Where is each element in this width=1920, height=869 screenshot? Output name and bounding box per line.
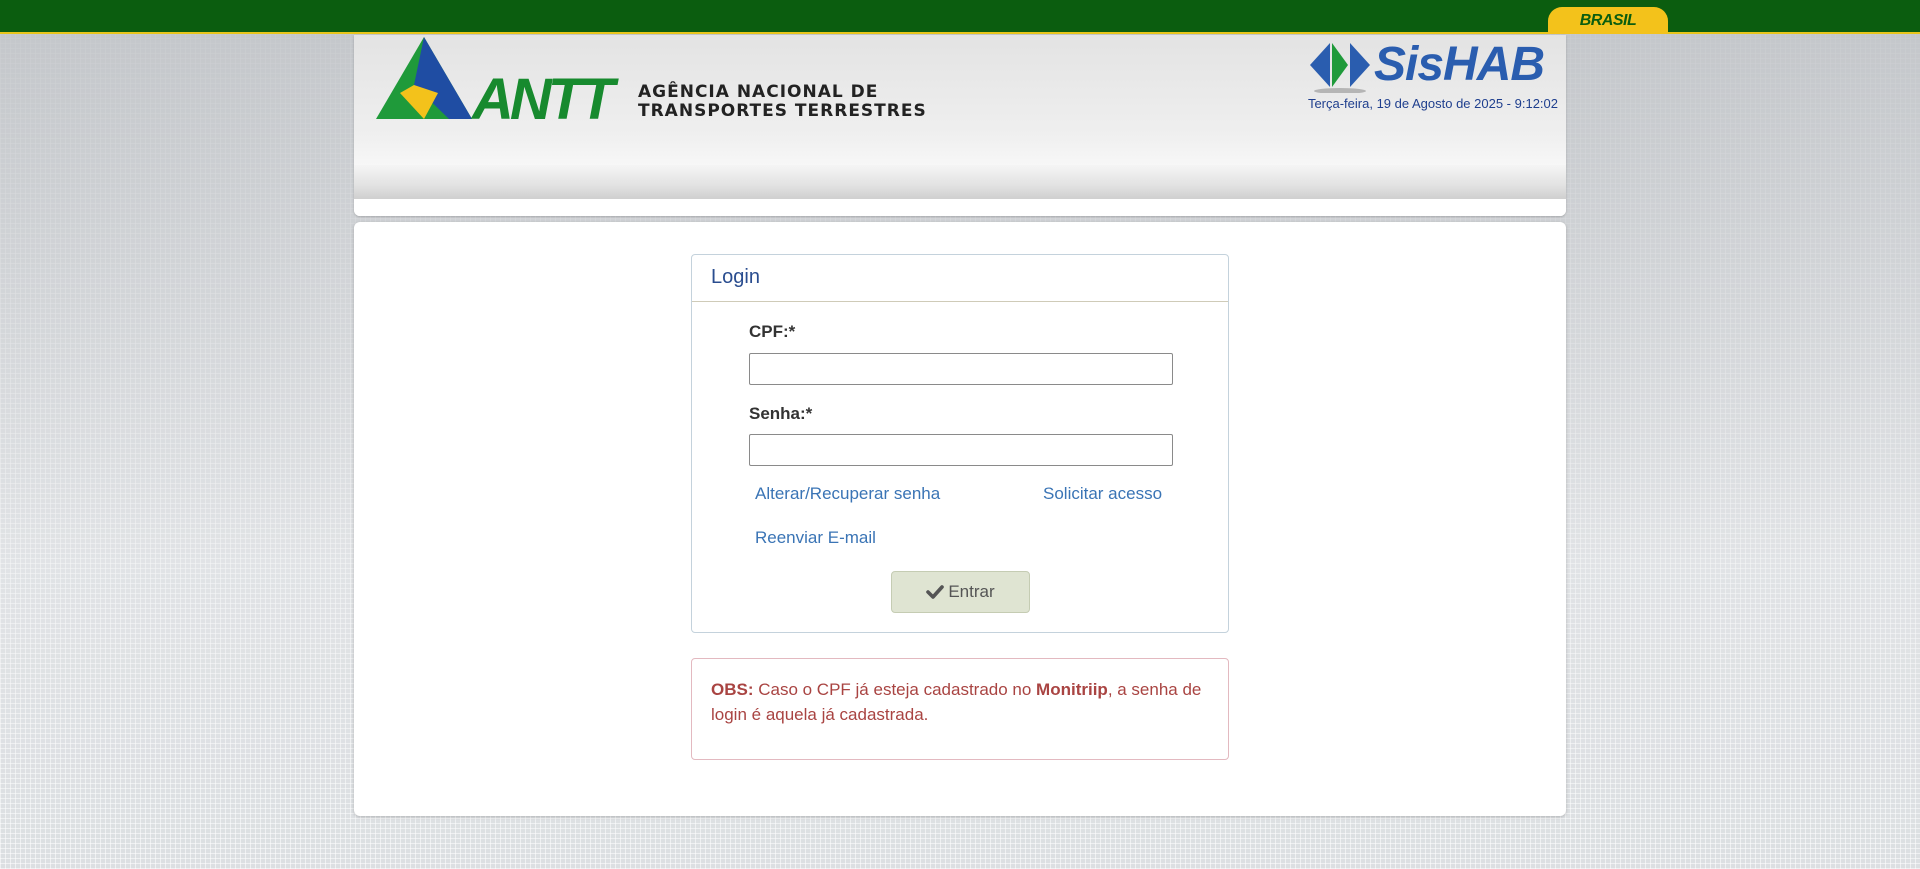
enter-button-label: Entrar	[948, 582, 995, 601]
password-label: Senha:*	[749, 404, 813, 423]
main-panel: Login CPF:* Senha:* Alterar/Recuperar se…	[354, 222, 1566, 816]
obs-highlight: Monitriip	[1036, 680, 1108, 699]
obs-text-1: Caso o CPF já esteja cadastrado no	[753, 680, 1037, 699]
request-access-link[interactable]: Solicitar acesso	[1043, 484, 1162, 504]
login-title: Login	[692, 255, 1228, 302]
resend-email-link[interactable]: Reenviar E-mail	[755, 528, 876, 548]
check-icon	[926, 585, 945, 599]
agency-name-line2: TRANSPORTES TERRESTRES	[638, 101, 927, 121]
obs-alert: OBS: Caso o CPF já esteja cadastrado no …	[691, 658, 1229, 760]
current-datetime: Terça-feira, 19 de Agosto de 2025 - 9:12…	[1307, 96, 1558, 111]
header-bottom-bar	[354, 199, 1566, 216]
brasil-badge[interactable]: BRASIL	[1548, 7, 1668, 34]
agency-name-line1: AGÊNCIA NACIONAL DE	[638, 82, 879, 102]
cpf-label: CPF:*	[749, 322, 796, 341]
government-top-bar: BRASIL	[0, 0, 1920, 34]
obs-prefix: OBS:	[711, 680, 754, 699]
svg-text:ANTT: ANTT	[470, 67, 619, 123]
password-input[interactable]	[749, 434, 1173, 466]
login-panel: Login CPF:* Senha:* Alterar/Recuperar se…	[691, 254, 1229, 633]
system-name: SisHAB	[1374, 38, 1545, 91]
change-password-link[interactable]: Alterar/Recuperar senha	[755, 484, 940, 504]
antt-logo-icon: ANTT	[376, 37, 623, 123]
cpf-input[interactable]	[749, 353, 1173, 385]
enter-button[interactable]: Entrar	[891, 571, 1030, 613]
agency-name: AGÊNCIA NACIONAL DE TRANSPORTES TERRESTR…	[638, 83, 927, 121]
nav-stripe	[354, 165, 1566, 199]
page-header: ANTT AGÊNCIA NACIONAL DE TRANSPORTES TER…	[354, 35, 1566, 216]
